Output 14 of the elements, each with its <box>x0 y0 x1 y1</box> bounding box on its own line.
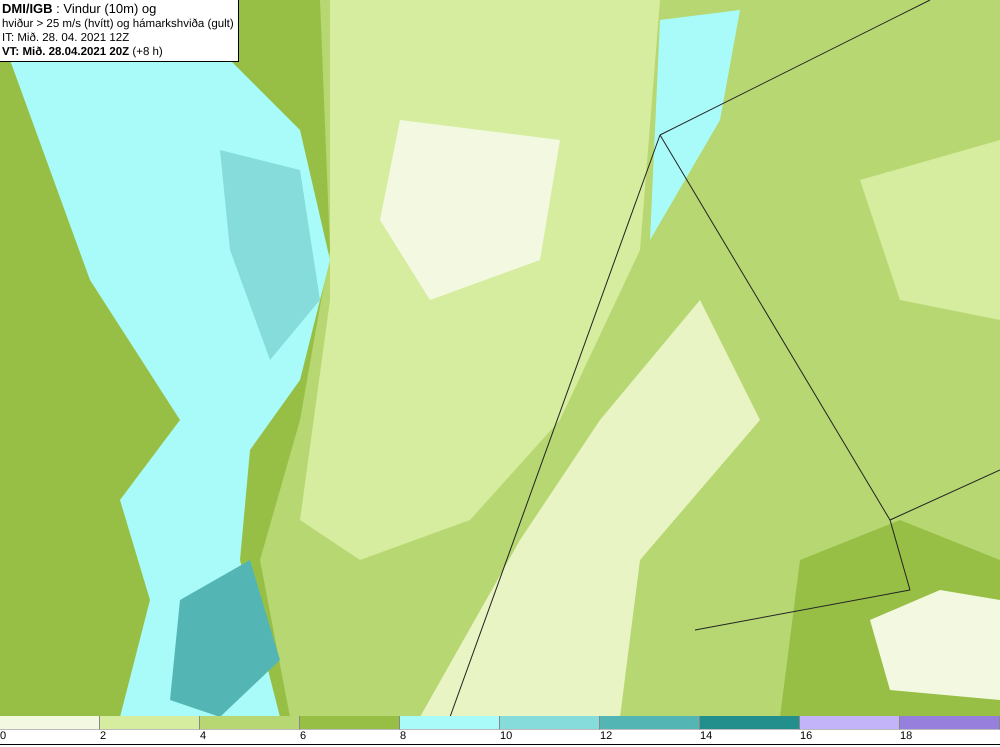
legend-tick-label: 0 <box>0 730 6 743</box>
legend-tick-label: 16 <box>800 730 812 743</box>
legend-tick-label: 10 <box>500 730 512 743</box>
legend-tick-label: 14 <box>700 730 712 743</box>
legend-tick-label: 4 <box>200 730 206 743</box>
legend-tick-label: 2 <box>100 730 106 743</box>
title-line: DMI/IGB : Vindur (10m) og <box>2 1 158 17</box>
legend-tick-label: 8 <box>400 730 406 743</box>
legend-tick-label: 6 <box>300 730 306 743</box>
legend-tick-label: 12 <box>600 730 612 743</box>
title-line: hviður > 25 m/s (hvítt) og hámarkshviða (gult) <box>2 17 234 31</box>
title-line: VT: Mið. 28.04.2021 20Z (+8 h) <box>2 45 164 59</box>
title-line: IT: Mið. 28. 04. 2021 12Z <box>2 31 130 45</box>
legend-tick-label: 18 <box>900 730 912 743</box>
